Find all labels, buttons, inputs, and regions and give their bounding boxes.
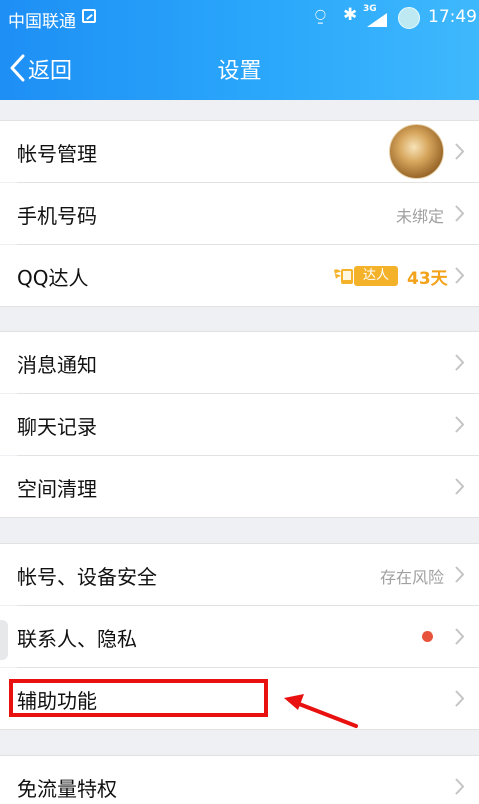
bluetooth-icon: ✱ bbox=[343, 5, 358, 25]
badge-label: 达人 bbox=[354, 266, 398, 286]
chevron-right-icon bbox=[455, 566, 465, 583]
nav-bar: 返回 设置 bbox=[0, 33, 479, 100]
chevron-right-icon bbox=[455, 205, 465, 222]
avatar bbox=[389, 124, 444, 179]
chevron-right-icon bbox=[455, 628, 465, 645]
signal-icon: 3G bbox=[363, 4, 391, 27]
divider bbox=[0, 729, 479, 730]
row-label: 联系人、隐私 bbox=[17, 627, 137, 651]
arrow-left-icon bbox=[284, 694, 358, 728]
row-data-free-privilege[interactable]: 免流量特权 bbox=[0, 756, 479, 804]
divider bbox=[0, 517, 479, 518]
row-value: 存在风险 bbox=[379, 568, 444, 587]
row-chat-history[interactable]: 聊天记录 bbox=[0, 394, 479, 455]
row-storage-cleanup[interactable]: 空间清理 bbox=[0, 456, 479, 517]
battery-icon bbox=[398, 7, 420, 29]
chevron-right-icon bbox=[455, 354, 465, 371]
chevron-right-icon bbox=[455, 478, 465, 495]
row-label: 聊天记录 bbox=[17, 415, 97, 439]
row-label: 免流量特权 bbox=[17, 777, 117, 801]
row-label: 帐号、设备安全 bbox=[17, 565, 157, 589]
app-header: 中国联通 ⍜ ✱ 3G 17:49 返回 设置 bbox=[0, 0, 479, 100]
edge-artifact bbox=[0, 620, 8, 660]
row-label: 空间清理 bbox=[17, 477, 97, 501]
divider bbox=[0, 306, 479, 307]
row-account-device-security[interactable]: 帐号、设备安全 存在风险 bbox=[0, 544, 479, 605]
expert-days: 43天 bbox=[407, 269, 448, 289]
row-message-notifications[interactable]: 消息通知 bbox=[0, 332, 479, 393]
row-label: 手机号码 bbox=[17, 204, 97, 228]
highlight-box bbox=[9, 679, 268, 717]
row-phone-number[interactable]: 手机号码 未绑定 bbox=[0, 183, 479, 244]
notification-dot bbox=[422, 631, 433, 642]
chevron-right-icon bbox=[455, 690, 465, 707]
chevron-right-icon bbox=[455, 416, 465, 433]
row-label: 帐号管理 bbox=[17, 142, 97, 166]
chevron-right-icon bbox=[455, 267, 465, 284]
row-value: 未绑定 bbox=[395, 207, 444, 226]
qq-expert-badge: 达人 bbox=[332, 264, 399, 288]
status-time: 17:49 bbox=[428, 7, 477, 27]
row-label: 消息通知 bbox=[17, 353, 97, 377]
vibrate-icon: ⍜ bbox=[315, 5, 326, 26]
image-notification-icon bbox=[82, 9, 96, 23]
page-title: 设置 bbox=[217, 59, 262, 84]
status-bar: 中国联通 ⍜ ✱ 3G 17:49 bbox=[0, 0, 479, 33]
carrier-name: 中国联通 bbox=[8, 12, 76, 32]
chevron-right-icon bbox=[455, 778, 465, 795]
row-label: QQ达人 bbox=[17, 266, 89, 290]
chevron-right-icon bbox=[455, 143, 465, 160]
row-contacts-privacy[interactable]: 联系人、隐私 bbox=[0, 606, 479, 667]
